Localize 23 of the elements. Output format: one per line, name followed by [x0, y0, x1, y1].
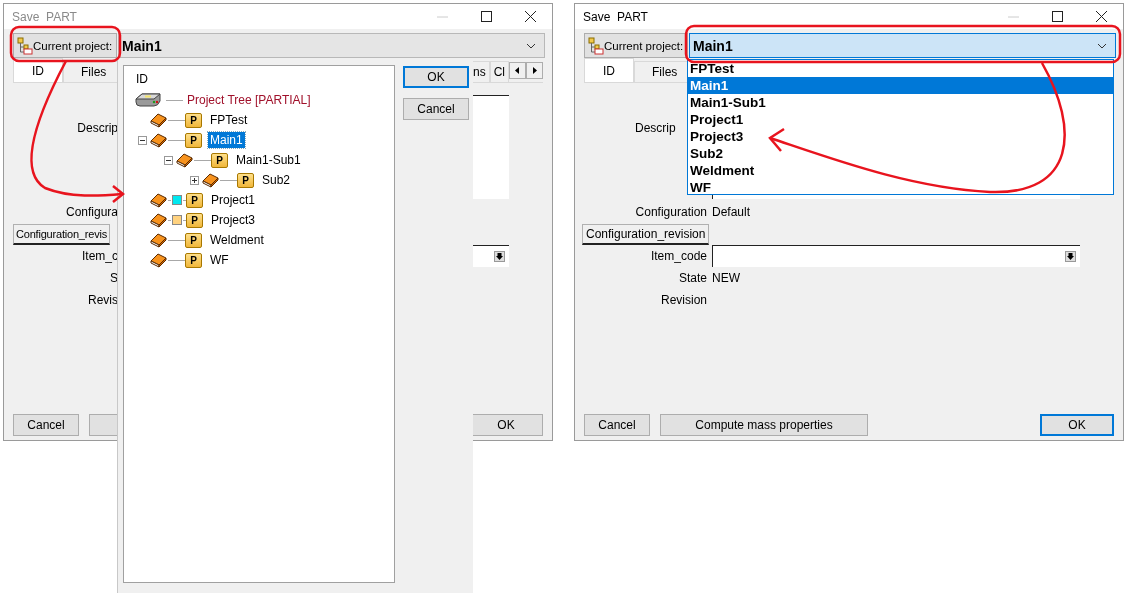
field-label: S: [109, 270, 118, 287]
folder-icon: P: [185, 252, 202, 268]
field-value: NEW: [712, 270, 741, 287]
field-value: Default: [712, 204, 752, 221]
window-title: Save PART: [583, 9, 648, 24]
folder-icon: P: [186, 192, 203, 208]
folder-icon: P: [237, 172, 254, 188]
tree-root-label: Project Tree [PARTIAL]: [187, 93, 311, 107]
field-label: Configuration: [634, 204, 707, 221]
field-label: Revis: [87, 292, 118, 309]
column-header: ID: [135, 71, 148, 88]
field-label: State: [677, 270, 707, 287]
folder-icon: P: [185, 232, 202, 248]
field-label: Item_code: [649, 248, 707, 265]
field-label: Configura: [64, 204, 118, 221]
folder-icon: P: [211, 152, 228, 168]
field-label: Descrip: [76, 120, 118, 135]
folder-icon: P: [185, 112, 202, 128]
folder-icon: P: [185, 132, 202, 148]
field-label: Item_c: [81, 248, 118, 265]
field-label: Revision: [659, 292, 707, 309]
window-title: Save PART: [12, 9, 77, 24]
folder-icon: P: [186, 212, 203, 228]
